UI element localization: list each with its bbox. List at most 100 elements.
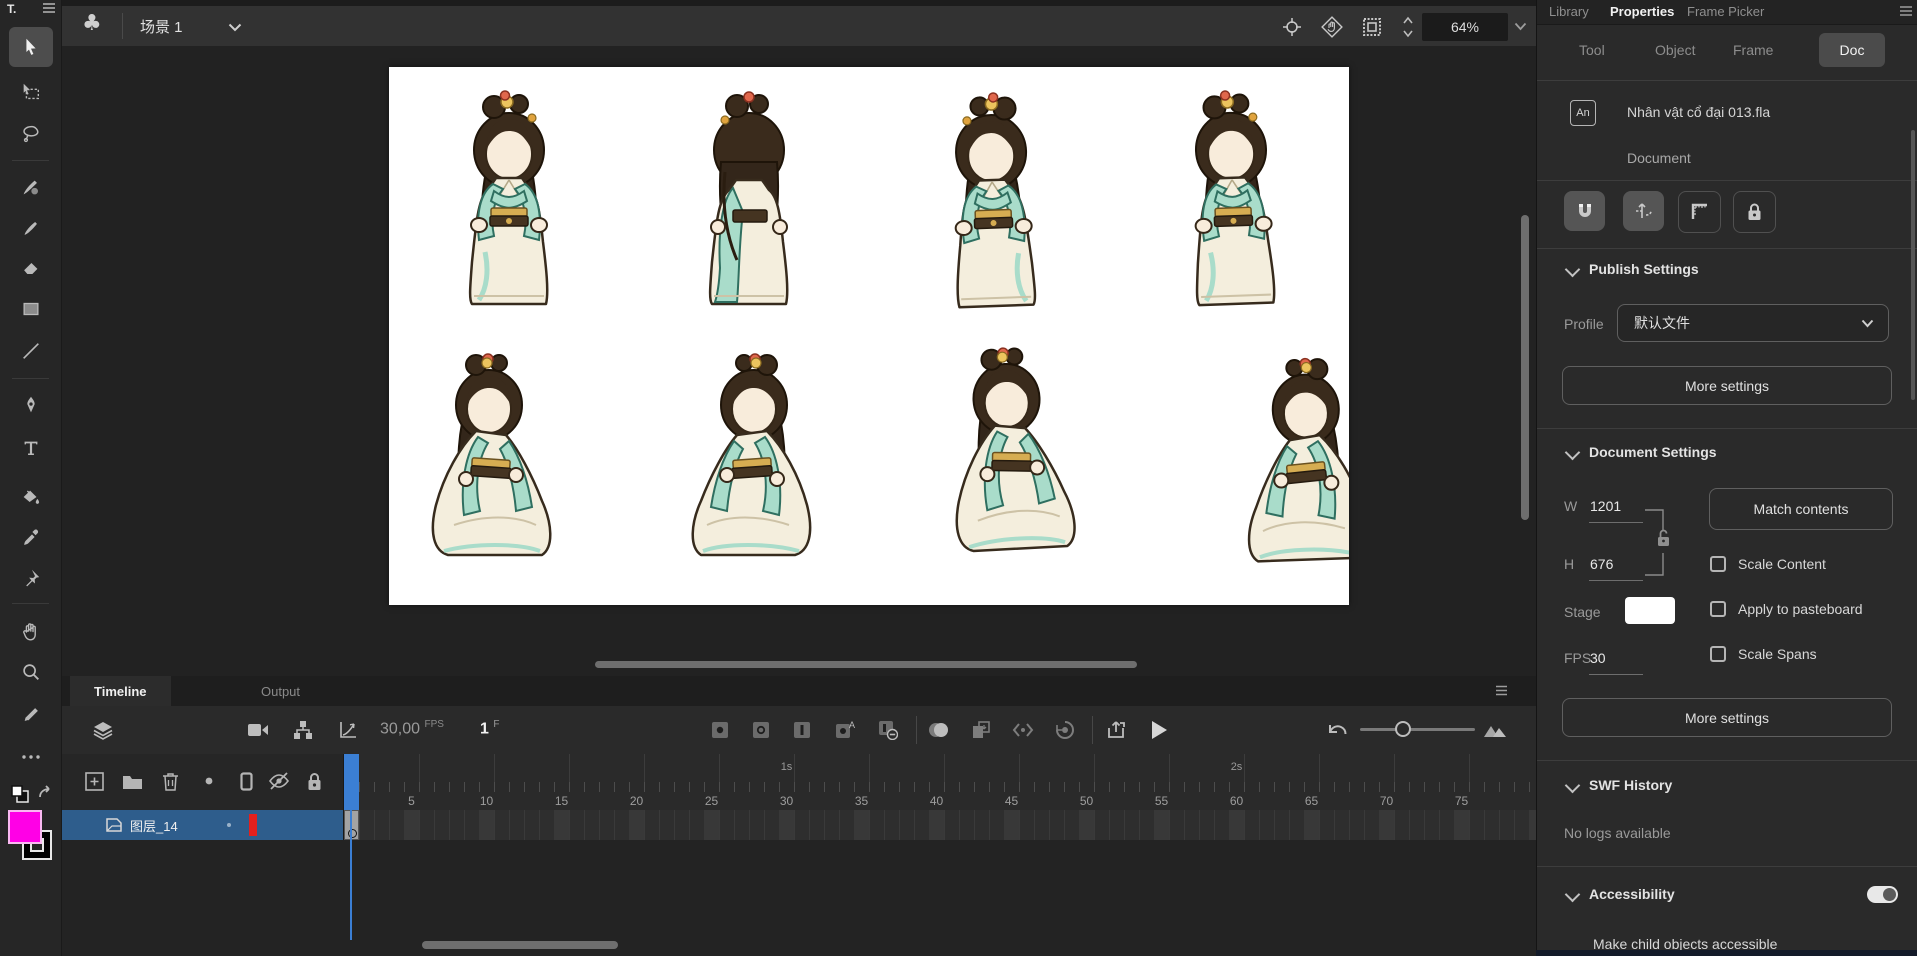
document-settings-chevron-icon[interactable] xyxy=(1564,444,1581,461)
clip-content-icon[interactable] xyxy=(1360,15,1384,39)
text-tool-button[interactable] xyxy=(9,428,53,468)
center-stage-icon[interactable] xyxy=(1280,15,1304,39)
free-transform-tool-button[interactable] xyxy=(9,72,53,112)
layer-name[interactable]: 图层_14 xyxy=(130,816,178,835)
more-tools-button[interactable] xyxy=(9,746,53,768)
reset-timeline-zoom-icon[interactable] xyxy=(1324,718,1350,742)
subtab-object[interactable]: Object xyxy=(1655,42,1695,58)
unlink-lock-icon[interactable] xyxy=(1656,528,1671,548)
line-tool-button[interactable] xyxy=(9,331,53,371)
width-field[interactable]: 1201 xyxy=(1590,498,1621,514)
snap-to-objects-button[interactable] xyxy=(1564,191,1605,231)
layer-frame-track[interactable] xyxy=(344,810,1536,841)
insert-blank-keyframe-button[interactable] xyxy=(748,718,774,742)
tools-panel-tab[interactable]: T. xyxy=(7,2,16,16)
height-field[interactable]: 676 xyxy=(1590,556,1613,572)
publish-settings-chevron-icon[interactable] xyxy=(1564,261,1581,278)
apply-pasteboard-checkbox[interactable] xyxy=(1710,601,1726,617)
rotate-tool-icon[interactable] xyxy=(1320,15,1344,39)
hide-layers-eye-icon[interactable] xyxy=(267,770,291,792)
paint-bucket-tool-button[interactable] xyxy=(9,477,53,517)
tab-library[interactable]: Library xyxy=(1549,4,1589,19)
timeline-zoom-slider-knob[interactable] xyxy=(1395,721,1411,737)
default-colors-icon[interactable] xyxy=(10,784,30,804)
accessibility-chevron-icon[interactable] xyxy=(1564,886,1581,903)
zoom-tool-button[interactable] xyxy=(9,652,53,692)
tab-timeline[interactable]: Timeline xyxy=(70,676,171,706)
onion-skin-markers-button[interactable] xyxy=(1010,718,1036,742)
tools-panel-menu-icon[interactable] xyxy=(41,1,57,15)
play-button[interactable] xyxy=(1146,718,1172,742)
insert-frame-button[interactable] xyxy=(789,718,815,742)
document-more-settings-button[interactable]: More settings xyxy=(1562,698,1892,737)
parenting-view-icon[interactable] xyxy=(290,718,316,742)
graph-editor-icon[interactable] xyxy=(335,718,361,742)
canvas-horizontal-scrollbar[interactable] xyxy=(595,661,1137,668)
canvas-vertical-scrollbar[interactable] xyxy=(1521,215,1529,520)
swap-colors-icon[interactable] xyxy=(36,784,54,802)
swf-history-chevron-icon[interactable] xyxy=(1564,777,1581,794)
publish-more-settings-button[interactable]: More settings xyxy=(1562,366,1892,405)
onion-skin-button[interactable] xyxy=(926,718,952,742)
auto-keyframe-button[interactable]: A xyxy=(832,718,858,742)
panel-menu-icon[interactable] xyxy=(1899,5,1913,17)
insert-keyframe-button[interactable] xyxy=(707,718,733,742)
timeline-zoom-slider-track[interactable] xyxy=(1360,728,1475,731)
camera-icon[interactable] xyxy=(245,718,271,742)
new-layer-button[interactable] xyxy=(82,770,106,792)
accessibility-toggle[interactable] xyxy=(1867,886,1898,903)
profile-dropdown[interactable]: 默认文件 xyxy=(1617,304,1889,342)
scene-icon[interactable]: ♣ xyxy=(82,11,102,36)
classic-brush-tool-button[interactable] xyxy=(9,208,53,248)
eyedropper-tool-button[interactable] xyxy=(9,518,53,558)
lock-layers-icon[interactable] xyxy=(302,770,326,792)
fps-field[interactable]: 30 xyxy=(1590,650,1606,666)
timeline-zoom-max-icon[interactable] xyxy=(1482,718,1508,742)
document-settings-header[interactable]: Document Settings xyxy=(1589,444,1717,460)
highlight-layers-dot-icon[interactable] xyxy=(197,770,221,792)
swf-history-header[interactable]: SWF History xyxy=(1589,777,1672,793)
stage-color-swatch[interactable] xyxy=(1625,597,1675,624)
subtab-doc[interactable]: Doc xyxy=(1819,33,1885,67)
tab-frame-picker[interactable]: Frame Picker xyxy=(1687,4,1764,19)
timeline-horizontal-scrollbar[interactable] xyxy=(422,941,618,949)
stage[interactable] xyxy=(389,67,1349,605)
panel-vertical-scrollbar[interactable] xyxy=(1911,130,1915,400)
pencil-tool-button[interactable] xyxy=(9,695,53,735)
layer-row[interactable]: 图层_14 xyxy=(62,810,343,840)
fill-color-swatch[interactable] xyxy=(8,810,42,844)
delete-layer-button[interactable] xyxy=(158,770,182,792)
scene-dropdown-chevron-icon[interactable] xyxy=(228,23,242,32)
export-animation-button[interactable] xyxy=(1104,718,1130,742)
accessibility-header[interactable]: Accessibility xyxy=(1589,886,1675,902)
hand-tool-button[interactable] xyxy=(9,612,53,652)
lock-guides-button[interactable] xyxy=(1733,191,1776,233)
timeline-panel-menu-icon[interactable] xyxy=(1494,684,1509,697)
outline-layers-icon[interactable] xyxy=(234,770,258,792)
layer-outline-color-swatch[interactable] xyxy=(249,814,257,836)
match-contents-button[interactable]: Match contents xyxy=(1709,488,1893,530)
rectangle-tool-button[interactable] xyxy=(9,289,53,329)
zoom-stepper[interactable] xyxy=(1402,14,1414,40)
subtab-tool[interactable]: Tool xyxy=(1579,42,1605,58)
current-frame-display[interactable]: 1 F xyxy=(480,719,499,738)
delete-frame-button[interactable] xyxy=(875,718,901,742)
scene-name[interactable]: 场景 1 xyxy=(140,16,183,37)
rulers-button[interactable] xyxy=(1678,191,1721,233)
playhead[interactable] xyxy=(344,754,359,810)
zoom-level-input[interactable]: 64% xyxy=(1422,13,1508,41)
subtab-frame[interactable]: Frame xyxy=(1733,42,1773,58)
fps-display[interactable]: 30,00 FPS xyxy=(380,719,444,738)
zoom-dropdown-chevron-icon[interactable] xyxy=(1514,22,1527,31)
scale-content-checkbox[interactable] xyxy=(1710,556,1726,572)
publish-settings-header[interactable]: Publish Settings xyxy=(1589,261,1699,277)
frame-ruler[interactable]: 1s 2s 5 10 15 20 25 30 35 40 45 50 55 60 65 70 75 xyxy=(344,754,1536,810)
fluid-brush-tool-button[interactable] xyxy=(9,167,53,207)
selection-tool-button[interactable] xyxy=(9,27,53,67)
new-folder-button[interactable] xyxy=(120,770,144,792)
tab-properties[interactable]: Properties xyxy=(1610,4,1674,19)
eraser-tool-button[interactable] xyxy=(9,248,53,288)
pen-tool-button[interactable] xyxy=(9,385,53,425)
scale-spans-checkbox[interactable] xyxy=(1710,646,1726,662)
lasso-tool-button[interactable] xyxy=(9,114,53,154)
